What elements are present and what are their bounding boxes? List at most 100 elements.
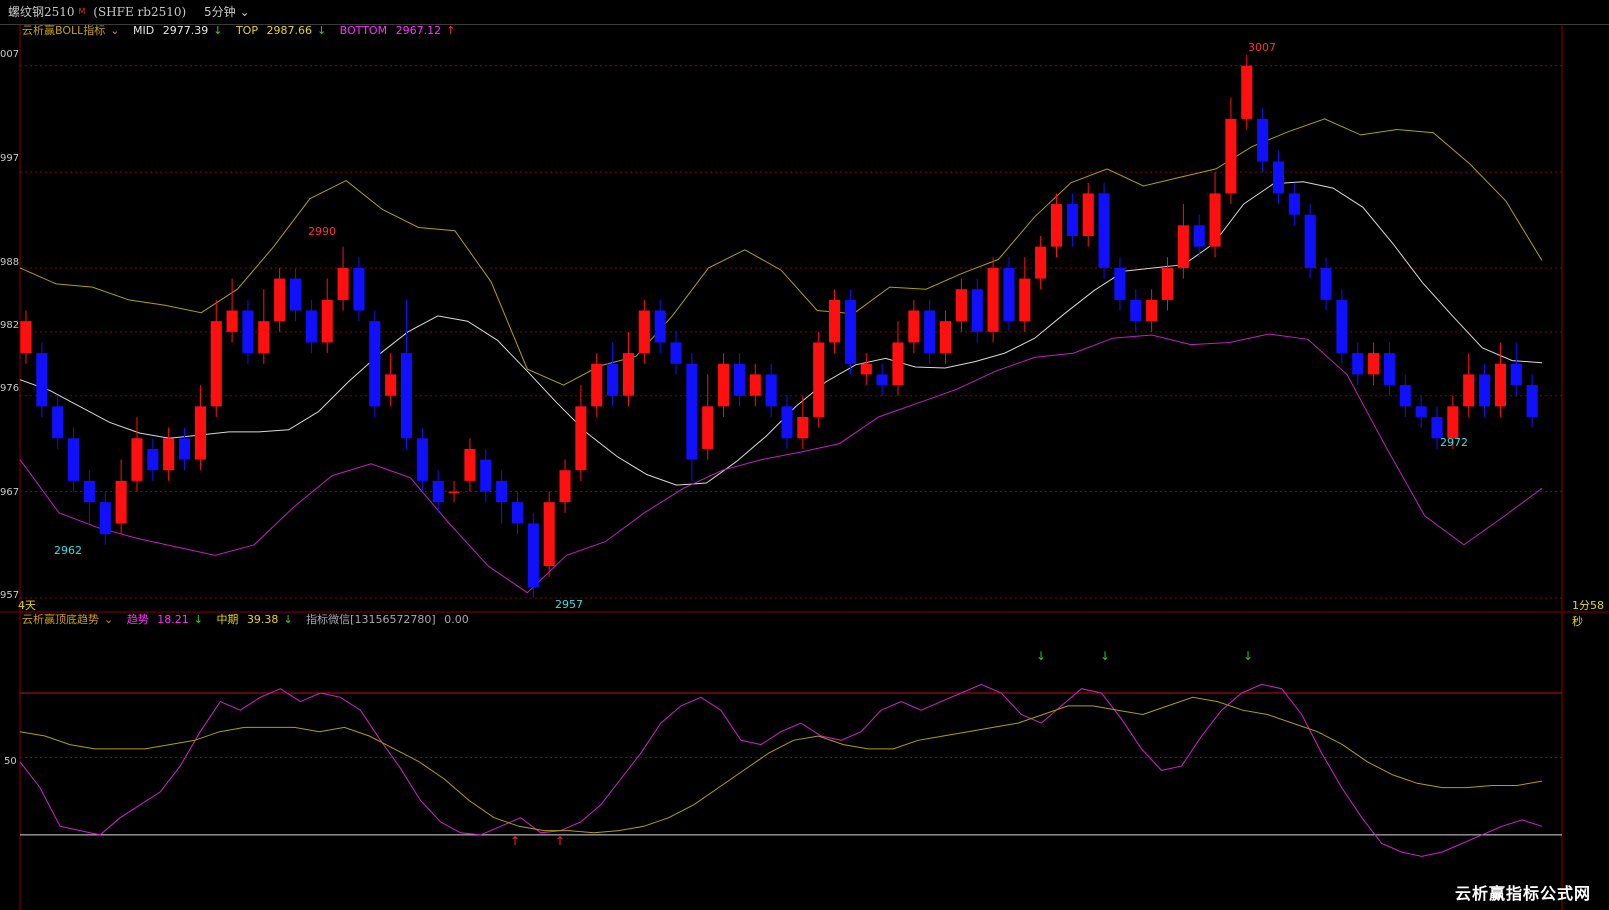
candle-body [1526,385,1538,417]
candle-body [432,480,444,503]
wechat-legend: 指标微信[13156572780] 0.00 [306,613,469,626]
candle-body [1288,193,1300,215]
candle-body [258,321,270,354]
high-price-label: 3007 [1248,41,1276,54]
down-arrow-icon: ↓ [283,613,293,626]
candle-body [1019,278,1031,322]
candle-body [242,310,254,354]
candle-body [591,363,603,407]
candle-body [1383,353,1396,386]
candle-body [892,342,904,386]
chevron-down-icon: ⌄ [110,24,120,37]
candle-body [1241,65,1253,119]
candle-body [1225,118,1237,194]
candle-body [496,480,508,503]
candle-body [1510,363,1522,386]
candle-body [416,438,428,481]
candle-body [860,363,872,375]
candle-body [321,299,333,343]
candle-body [1035,246,1047,279]
candle-body [543,502,555,567]
down-arrow-icon: ↓ [193,613,203,626]
candle-body [369,321,381,407]
up-arrow-icon: ↑ [446,24,456,37]
candle-body [797,417,809,439]
candle-body [670,342,682,364]
candle-body [1209,193,1221,247]
candle-body [1463,374,1475,407]
candle-body [1368,353,1380,375]
candle-body [178,438,191,460]
candle-body [480,459,492,492]
candle-body [1447,406,1459,439]
candle-body [702,406,714,449]
candle-body [654,310,666,343]
sub-y-tick-label: 50 [4,756,17,767]
candle-body [829,299,841,343]
candle-body [147,448,159,471]
candle-body [68,438,80,481]
candle-body [527,523,539,588]
countdown-label: 1分58秒 [1572,599,1604,628]
candle-body [607,363,619,396]
candle-body [448,491,460,494]
candle-body [718,363,730,407]
candle-body [99,502,111,535]
candle-body [622,353,635,396]
candle-body [987,267,999,332]
candle-body [52,406,64,439]
candle-body [226,310,238,332]
candle-body [876,374,888,386]
candle-body [36,353,48,407]
candle-body [1272,161,1285,194]
candle-body [955,289,967,322]
buy-arrow-icon: ↑ [510,834,520,848]
watermark: 云析赢指标公式网 [1454,884,1591,903]
candle-body [1003,267,1015,322]
candle-body [274,278,286,322]
candle-body [638,310,650,354]
candle-body [939,321,952,354]
low-price-label: 2972 [1440,436,1468,449]
candle-body [1320,267,1332,300]
boll-bottom-line [19,333,1543,594]
candle-body [765,374,777,407]
candle-body [400,353,413,439]
chart-canvas[interactable]: ↑ ↑ ↓ ↓ ↓ [0,0,1609,910]
candle-body [464,448,476,481]
candle-body [813,342,825,417]
y-tick-label: 997 [0,153,20,164]
candle-body [1146,299,1158,322]
y-tick-label: 007 [0,49,20,60]
candle-body [559,470,571,503]
candle-body [1130,299,1142,322]
candle-body [1336,299,1348,354]
candle-body [1098,193,1110,268]
mid-legend: MID 2977.39 ↓ [133,24,223,37]
low-price-label: 2962 [54,544,82,557]
candle-body [971,289,983,332]
candle-body [20,321,32,354]
candle-body [1177,225,1189,268]
trend-indicator-name[interactable]: 云析赢顶底趋势 ⌄ [22,613,118,626]
sell-arrow-icon: ↓ [1100,649,1110,663]
candle-body [1114,267,1126,300]
mid-term-legend: 中期 39.38 ↓ [216,613,293,626]
candle-body [781,406,793,439]
candle-body [749,374,761,396]
down-arrow-icon: ↓ [316,24,327,37]
days-label: 4天 [18,599,36,612]
candle-body [844,299,856,364]
candle-body [1066,204,1078,236]
high-price-label: 2990 [308,225,336,238]
candle-body [194,406,206,460]
candle-body [1304,214,1316,268]
y-tick-label: 988 [0,257,20,268]
candle-body [1161,267,1174,300]
candle-body [289,278,302,311]
candle-body [733,363,745,396]
trend-line [19,683,1543,857]
boll-indicator-name[interactable]: 云析赢BOLL指标 ⌄ [22,24,125,37]
candle-body [1050,204,1063,247]
candle-body [575,406,587,471]
